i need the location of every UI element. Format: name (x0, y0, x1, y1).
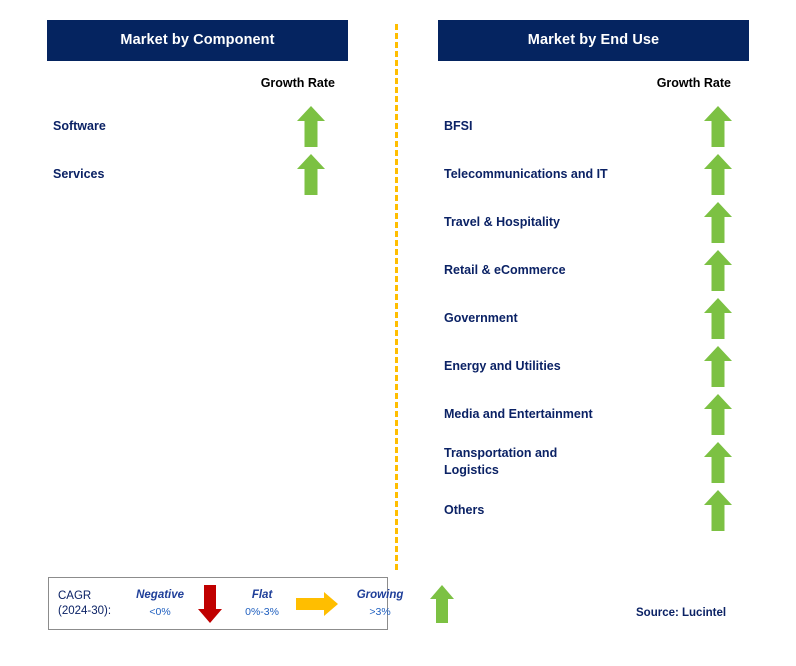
column-market-by-end-use: Market by End Use Growth Rate BFSI Telec… (438, 20, 749, 534)
source-note: Source: Lucintel (636, 607, 727, 619)
segment-label-transportation-and-logistics: Transportation and Logistics (444, 446, 558, 477)
segment-label-bfsi: BFSI (444, 118, 473, 133)
growth-indicator-media-and-entertainment (687, 393, 749, 436)
arrow-up-green-icon (704, 297, 732, 339)
growth-rate-header-component: Growth Rate (260, 76, 335, 90)
table-row: Retail & eCommerce (438, 246, 749, 294)
segment-label-travel-and-hospitality: Travel & Hospitality (444, 214, 561, 229)
table-row: Transportation and Logistics (438, 438, 749, 486)
segment-label-others: Others (444, 502, 485, 517)
legend-item-flat: Flat 0%-3% (231, 588, 339, 618)
legend-range-negative: <0% (149, 605, 171, 618)
arrow-right-orange-icon (296, 591, 339, 616)
segment-label-retail-and-ecommerce: Retail & eCommerce (444, 262, 566, 277)
segment-label-energy-and-utilities: Energy and Utilities (444, 358, 561, 373)
arrow-up-green-icon (430, 584, 455, 623)
segment-rows-component: Software Services (47, 102, 348, 198)
growth-indicator-retail-and-ecommerce (687, 249, 749, 292)
table-row: Government (438, 294, 749, 342)
arrow-up-green-icon (704, 441, 732, 483)
arrow-up-green-icon (704, 153, 732, 195)
table-row: Travel & Hospitality (438, 198, 749, 246)
legend-word-negative: Negative (136, 588, 185, 601)
arrow-up-green-icon (704, 201, 732, 243)
segment-label-media-and-entertainment: Media and Entertainment (444, 406, 593, 421)
column-divider (395, 24, 398, 570)
arrow-up-green-icon (297, 105, 325, 147)
table-row: BFSI (438, 102, 749, 150)
panel-title-component: Market by Component (47, 20, 348, 61)
table-row: Media and Entertainment (438, 390, 749, 438)
legend-word-flat: Flat (251, 588, 273, 601)
table-row: Energy and Utilities (438, 342, 749, 390)
arrow-up-green-icon (704, 393, 732, 435)
legend-range-flat: 0%-3% (245, 605, 279, 618)
table-row: Others (438, 486, 749, 534)
growth-indicator-software (274, 105, 348, 148)
growth-indicator-energy-and-utilities (687, 345, 749, 388)
growth-indicator-transportation-and-logistics (687, 441, 749, 484)
arrow-up-green-icon (704, 249, 732, 291)
legend-word-growing: Growing (356, 588, 404, 601)
panel-title-enduse: Market by End Use (438, 20, 749, 61)
arrow-up-green-icon (704, 489, 732, 531)
cagr-legend: CAGR (2024-30): Negative <0% Flat 0%-3% … (48, 577, 455, 630)
growth-indicator-services (274, 153, 348, 196)
legend-item-growing: Growing >3% (349, 584, 455, 623)
column-market-by-component: Market by Component Growth Rate Software… (47, 20, 348, 198)
growth-indicator-telecommunications-and-it (687, 153, 749, 196)
legend-cagr-label: CAGR (2024-30): (58, 589, 112, 617)
segment-label-software: Software (53, 118, 106, 133)
arrow-up-green-icon (704, 105, 732, 147)
table-row: Software (47, 102, 348, 150)
table-row: Services (47, 150, 348, 198)
legend-range-growing: >3% (369, 605, 391, 618)
growth-rate-header-enduse: Growth Rate (656, 76, 731, 90)
table-row: Telecommunications and IT (438, 150, 749, 198)
segment-label-government: Government (444, 310, 518, 325)
growth-indicator-bfsi (687, 105, 749, 148)
growth-indicator-others (687, 489, 749, 532)
segment-rows-enduse: BFSI Telecommunications and IT Travel & … (438, 102, 749, 534)
segment-label-telecommunications-and-it: Telecommunications and IT (444, 166, 608, 181)
arrow-up-green-icon (297, 153, 325, 195)
growth-indicator-government (687, 297, 749, 340)
infographic-page: Market by Component Growth Rate Software… (0, 0, 796, 666)
arrow-down-red-icon (198, 584, 223, 623)
legend-item-negative: Negative <0% (123, 584, 223, 623)
arrow-up-green-icon (704, 345, 732, 387)
segment-label-services: Services (53, 166, 105, 181)
growth-indicator-travel-and-hospitality (687, 201, 749, 244)
